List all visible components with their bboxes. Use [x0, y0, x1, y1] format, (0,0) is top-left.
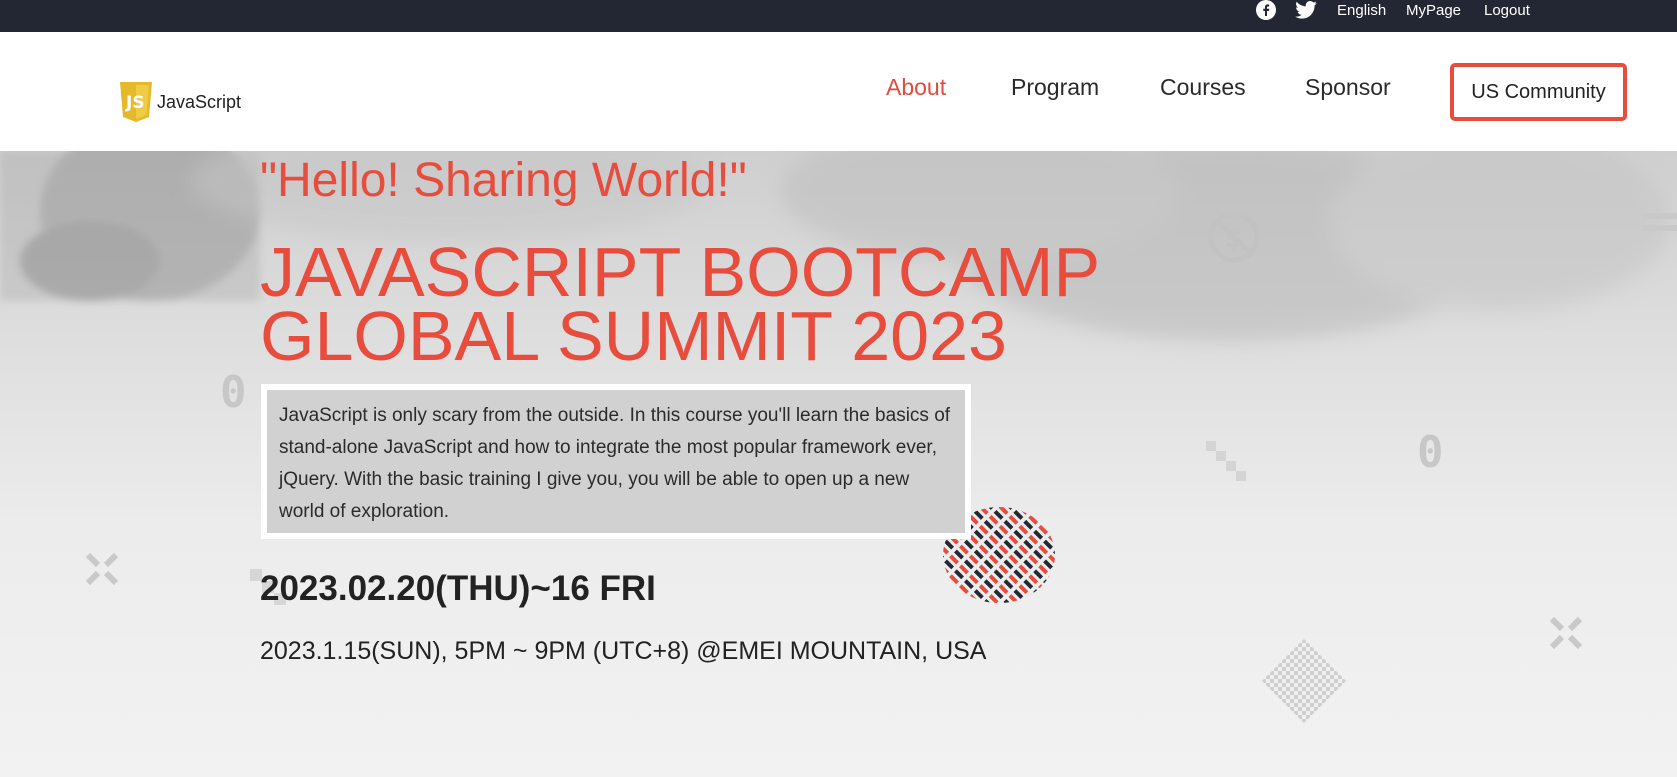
x-decoration — [85, 552, 119, 586]
svg-text:$: $ — [1225, 224, 1243, 254]
nav-program[interactable]: Program — [1011, 72, 1099, 102]
mypage-link[interactable]: MyPage — [1406, 0, 1461, 20]
zero-decoration: 0 — [220, 367, 247, 418]
diamond-pattern-decoration — [1262, 639, 1346, 723]
nav-courses[interactable]: Courses — [1160, 72, 1246, 102]
equals-decoration — [1642, 213, 1677, 231]
nav-sponsor[interactable]: Sponsor — [1305, 72, 1391, 102]
hero-title-line2: GLOBAL SUMMIT 2023 — [260, 297, 1007, 375]
hero-tagline: "Hello! Sharing World!" — [260, 154, 747, 207]
svg-text:JS: JS — [125, 93, 145, 113]
x-decoration — [1549, 616, 1583, 650]
event-venue: 2023.1.15(SUN), 5PM ~ 9PM (UTC+8) @EMEI … — [260, 637, 987, 665]
logo-text: JavaScript — [157, 91, 242, 112]
event-dates: 2023.02.20(THU)~16 FRI — [260, 569, 656, 608]
no-dollar-icon: $ — [1208, 211, 1260, 263]
us-community-button[interactable]: US Community — [1450, 63, 1627, 121]
logout-link[interactable]: Logout — [1484, 0, 1530, 20]
twitter-icon[interactable] — [1295, 0, 1319, 20]
zero-decoration: 0 — [1417, 427, 1444, 478]
site-header: JS JavaScript About Program Courses Spon… — [0, 32, 1677, 151]
description-box: JavaScript is only scary from the outsid… — [261, 384, 971, 539]
js-shield-icon: JS — [120, 82, 152, 122]
nav-about[interactable]: About — [886, 72, 946, 102]
language-link[interactable]: English — [1337, 0, 1386, 20]
top-utility-bar: English MyPage Logout — [0, 0, 1677, 32]
checker-decoration — [1206, 441, 1246, 481]
logo[interactable]: JS JavaScript — [120, 82, 241, 122]
facebook-icon[interactable] — [1256, 0, 1278, 20]
hero-section: $ 0 0 "Hello! Sharing World!" JAVASCRIPT… — [0, 151, 1677, 777]
description-text: JavaScript is only scary from the outsid… — [267, 390, 965, 533]
